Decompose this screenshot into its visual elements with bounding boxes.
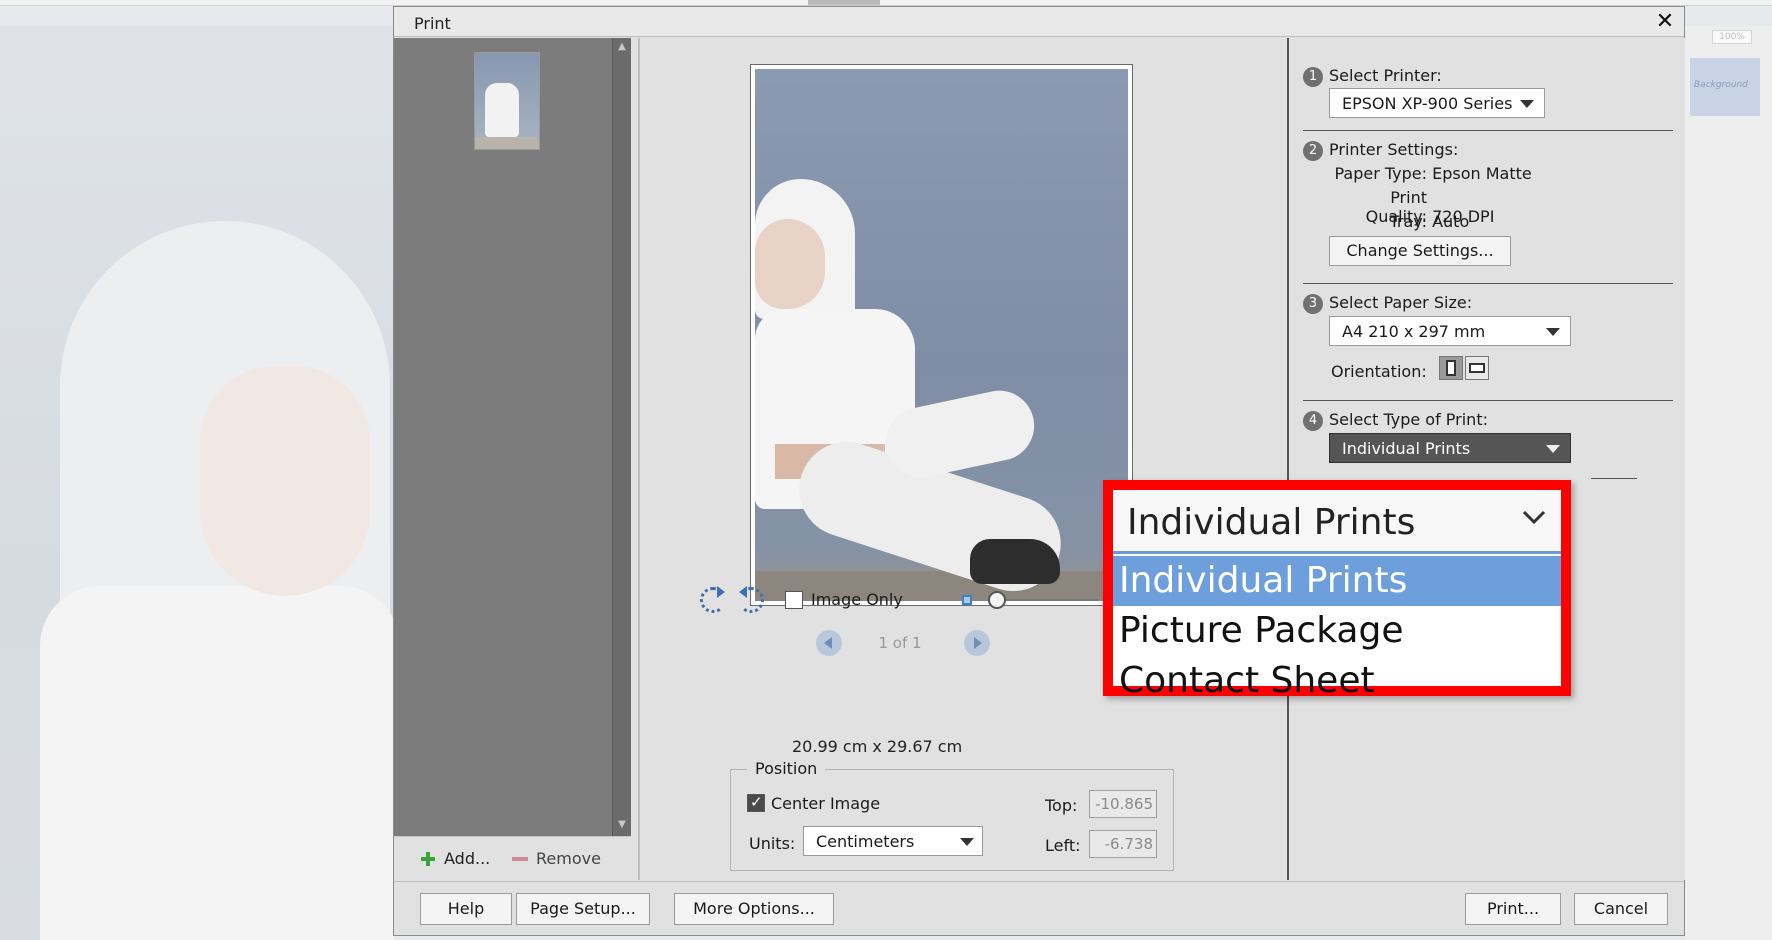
position-fieldset: Position Center Image Units: Centimeters… xyxy=(730,759,1174,871)
dialog-footer: Help Page Setup... More Options... Print… xyxy=(394,881,1684,935)
paper-type-row: Paper Type: Epson Matte xyxy=(1334,164,1532,183)
paper-dimensions: 20.99 cm x 29.67 cm xyxy=(792,737,963,756)
select-printer-label: Select Printer: xyxy=(1329,66,1442,85)
plus-icon xyxy=(420,851,436,867)
step-number-1: 1 xyxy=(1303,67,1323,87)
portrait-orientation-icon[interactable] xyxy=(1439,356,1463,380)
step-printer-settings: 2 Printer Settings: xyxy=(1303,140,1458,161)
left-offset-field[interactable]: -6.738 xyxy=(1089,830,1157,858)
paper-size-value: A4 210 x 297 mm xyxy=(1342,322,1486,341)
close-icon[interactable]: ✕ xyxy=(1652,9,1678,35)
add-label: Add... xyxy=(444,849,491,868)
tray-row: Tray: Auto xyxy=(1389,212,1470,231)
top-offset-field[interactable]: -10.865 xyxy=(1089,790,1157,818)
minus-icon xyxy=(512,856,528,861)
landscape-orientation-icon[interactable] xyxy=(1465,356,1489,380)
settings-panel: 1 Select Printer: EPSON XP-900 Series 2 Pr… xyxy=(1291,38,1685,880)
rotate-right-icon[interactable] xyxy=(738,586,764,613)
background-right-panel xyxy=(1685,26,1772,940)
page-setup-button[interactable]: Page Setup... xyxy=(516,893,650,925)
printer-select[interactable]: EPSON XP-900 Series xyxy=(1329,88,1545,118)
print-type-dropdown-header[interactable]: Individual Prints xyxy=(1113,490,1561,554)
settings-divider xyxy=(1287,38,1289,880)
step-number-3: 3 xyxy=(1303,294,1323,314)
paper-type-value: Epson Matte xyxy=(1432,164,1532,183)
print-type-options: Individual Prints Picture Package Contac… xyxy=(1113,556,1561,706)
dropdown-arrow-icon xyxy=(1546,445,1560,453)
next-page-icon[interactable] xyxy=(964,630,990,656)
remove-label: Remove xyxy=(536,849,601,868)
print-type-label: Select Type of Print: xyxy=(1329,410,1488,429)
scroll-up-icon[interactable]: ▲ xyxy=(617,42,627,52)
printer-value: EPSON XP-900 Series xyxy=(1342,94,1513,113)
page-count: 1 of 1 xyxy=(878,634,922,652)
background-tab xyxy=(808,0,880,5)
change-settings-button[interactable]: Change Settings... xyxy=(1329,236,1511,266)
left-label: Left: xyxy=(1045,836,1081,855)
step-print-type: 4 Select Type of Print: xyxy=(1303,410,1488,431)
option-picture-package[interactable]: Picture Package xyxy=(1113,606,1561,656)
thumbnail-scrollbar[interactable]: ▲ ▼ xyxy=(612,38,631,836)
option-contact-sheet[interactable]: Contact Sheet xyxy=(1113,656,1561,706)
paper-size-label: Select Paper Size: xyxy=(1329,293,1473,312)
print-preview-page xyxy=(750,64,1133,606)
image-only-checkbox[interactable] xyxy=(785,591,803,609)
dropdown-selected-value: Individual Prints xyxy=(1127,502,1416,543)
help-button[interactable]: Help xyxy=(420,893,512,925)
thumbnail-panel: ▲ ▼ xyxy=(394,38,631,836)
preview-area: Image Only 1 of 1 20.99 cm x 29.67 cm xyxy=(642,38,1287,880)
step-paper-size: 3 Select Paper Size: xyxy=(1303,293,1472,314)
step-number-4: 4 xyxy=(1303,411,1323,431)
remove-photo-button[interactable]: Remove xyxy=(512,849,601,868)
chevron-down-icon xyxy=(1522,510,1546,525)
top-label: Top: xyxy=(1045,796,1078,815)
step-select-printer: 1 Select Printer: xyxy=(1303,66,1442,87)
dropdown-arrow-icon xyxy=(960,838,974,846)
option-individual-prints[interactable]: Individual Prints xyxy=(1113,556,1561,606)
print-dialog: Print ✕ ▲ ▼ Add... Remove Image Only 1 o… xyxy=(393,6,1685,936)
dialog-title: Print xyxy=(414,14,451,33)
rotate-left-icon[interactable] xyxy=(700,586,726,613)
zoom-slider-handle[interactable] xyxy=(988,591,1006,609)
dialog-titlebar: Print ✕ xyxy=(394,7,1684,37)
dropdown-arrow-icon xyxy=(1520,100,1534,108)
print-button[interactable]: Print... xyxy=(1465,893,1561,925)
center-image-label: Center Image xyxy=(771,794,881,813)
scroll-down-icon[interactable]: ▼ xyxy=(617,820,627,830)
tray-value: Auto xyxy=(1432,212,1470,231)
add-photo-button[interactable]: Add... xyxy=(420,849,490,868)
dropdown-arrow-icon xyxy=(1546,328,1560,336)
background-photo xyxy=(0,26,394,940)
preview-photo[interactable] xyxy=(755,69,1128,601)
panel-divider xyxy=(638,38,640,880)
background-zoom-field: 100% xyxy=(1712,30,1752,44)
image-only-label: Image Only xyxy=(811,590,903,609)
print-type-dropdown-callout: Individual Prints Individual Prints Pict… xyxy=(1103,480,1571,701)
units-select[interactable]: Centimeters xyxy=(803,826,983,856)
photo-thumbnail[interactable] xyxy=(474,52,540,150)
units-label: Units: xyxy=(749,834,796,853)
thumbnail-actions: Add... Remove xyxy=(394,836,631,880)
position-legend: Position xyxy=(747,759,826,778)
print-type-select[interactable]: Individual Prints xyxy=(1329,433,1571,463)
previous-page-icon[interactable] xyxy=(816,630,842,656)
orientation-label: Orientation: xyxy=(1331,362,1427,381)
zoom-small-icon xyxy=(962,595,972,605)
paper-size-select[interactable]: A4 210 x 297 mm xyxy=(1329,316,1571,346)
step-number-2: 2 xyxy=(1303,141,1323,161)
page-navigator: 1 of 1 xyxy=(816,628,1016,658)
units-value: Centimeters xyxy=(816,832,915,851)
cancel-button[interactable]: Cancel xyxy=(1574,893,1668,925)
background-layer-panel: Background xyxy=(1690,58,1760,116)
center-image-checkbox[interactable] xyxy=(747,793,765,812)
printer-settings-label: Printer Settings: xyxy=(1329,140,1459,159)
more-options-button[interactable]: More Options... xyxy=(674,893,834,925)
print-type-value: Individual Prints xyxy=(1342,439,1471,458)
